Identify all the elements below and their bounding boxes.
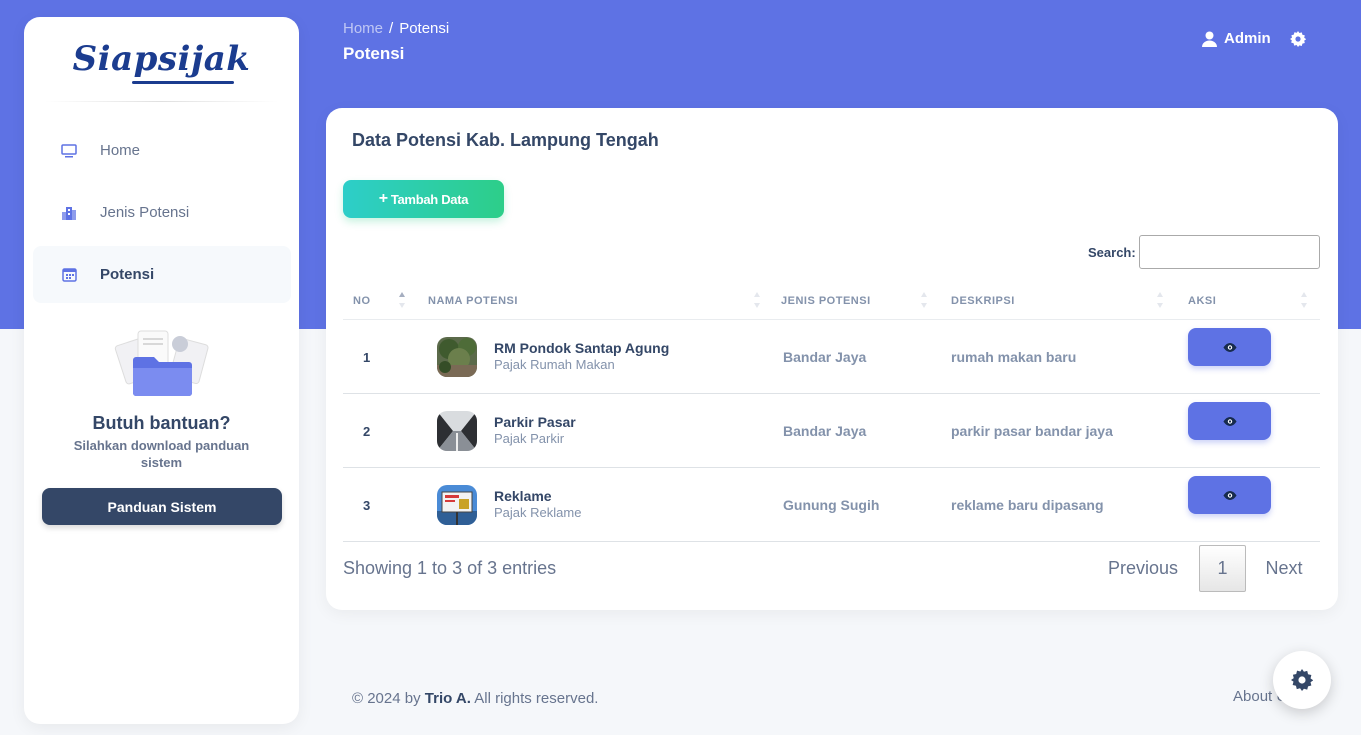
table-row: 1 RM Pondok Santap Agung Pajak Rumah Mak… — [343, 320, 1320, 394]
user-menu[interactable]: Admin — [1202, 30, 1306, 47]
breadcrumb: Home / Potensi — [343, 20, 449, 37]
breadcrumb-separator: / — [389, 20, 394, 37]
potensi-type: Pajak Parkir — [494, 431, 565, 446]
brand-logo[interactable]: Siapsijak — [24, 39, 299, 79]
monitor-icon — [60, 142, 78, 160]
deskripsi: parkir pasar bandar jaya — [951, 423, 1113, 439]
copyright-author[interactable]: Trio A. — [425, 690, 471, 707]
sidebar: Siapsijak Home Jenis Potensi Potensi But… — [24, 17, 299, 724]
user-name[interactable]: Admin — [1224, 30, 1271, 47]
eye-icon — [1223, 490, 1236, 500]
sidebar-item-potensi[interactable]: Potensi — [33, 246, 291, 303]
row-number: 1 — [363, 349, 371, 365]
sort-icon — [921, 292, 927, 308]
gear-icon — [1291, 669, 1313, 691]
copyright-prefix: © 2024 by — [352, 690, 421, 707]
breadcrumb-current: Potensi — [399, 20, 450, 37]
help-text: Silahkan download panduan sistem — [73, 438, 250, 470]
view-button[interactable] — [1188, 328, 1271, 366]
column-header-deskripsi[interactable]: DESKRIPSI — [951, 282, 1015, 320]
potensi-type: Pajak Reklame — [494, 505, 582, 520]
deskripsi: reklame baru dipasang — [951, 497, 1104, 513]
breadcrumb-home-link[interactable]: Home — [343, 20, 383, 37]
sort-icon — [1301, 292, 1307, 308]
calendar-icon — [60, 266, 78, 284]
parking-thumbnail — [437, 411, 477, 451]
sort-icon — [1157, 292, 1163, 308]
gear-icon[interactable] — [1289, 30, 1306, 47]
jenis-potensi: Bandar Jaya — [783, 349, 867, 365]
potensi-type: Pajak Rumah Makan — [494, 357, 615, 372]
row-number: 2 — [363, 423, 371, 439]
footer-copyright: © 2024 by Trio A. All rights reserved. — [352, 690, 598, 707]
sort-icon — [754, 292, 760, 308]
sidebar-item-label: Potensi — [100, 266, 155, 283]
jenis-potensi: Gunung Sugih — [783, 497, 880, 513]
building-icon — [60, 204, 78, 222]
potensi-name: RM Pondok Santap Agung — [494, 340, 670, 356]
view-button[interactable] — [1188, 476, 1271, 514]
user-icon — [1202, 31, 1217, 47]
table-row: 2 Parkir Pasar Pajak Parkir Bandar Jaya … — [343, 394, 1320, 468]
folder-illustration-icon — [112, 327, 212, 399]
restaurant-thumbnail — [437, 337, 477, 377]
billboard-thumbnail — [437, 485, 477, 525]
potensi-name: Reklame — [494, 488, 552, 504]
copyright-suffix: All rights reserved. — [474, 690, 599, 707]
plus-icon: + — [378, 190, 388, 207]
jenis-potensi: Bandar Jaya — [783, 423, 867, 439]
sidebar-item-label: Jenis Potensi — [100, 204, 190, 221]
sidebar-divider — [44, 101, 279, 102]
brand-underline — [132, 81, 234, 84]
card-title: Data Potensi Kab. Lampung Tengah — [352, 130, 659, 150]
column-header-aksi[interactable]: AKSI — [1188, 282, 1216, 320]
tambah-data-label: Tambah Data — [390, 191, 469, 207]
tambah-data-button[interactable]: + Tambah Data — [343, 180, 504, 218]
sidebar-item-label: Home — [100, 142, 141, 159]
column-header-nama-potensi[interactable]: NAMA POTENSI — [428, 282, 518, 320]
panduan-sistem-button[interactable]: Panduan Sistem — [42, 488, 282, 525]
table-row: 3 Reklame Pajak Reklame Gunung Sugih rek… — [343, 468, 1320, 542]
help-title: Butuh bantuan? — [92, 413, 231, 433]
deskripsi: rumah makan baru — [951, 349, 1077, 365]
table-info: Showing 1 to 3 of 3 entries — [343, 558, 557, 578]
eye-icon — [1223, 416, 1236, 426]
column-header-no[interactable]: NO — [353, 282, 371, 320]
potensi-name: Parkir Pasar — [494, 414, 576, 430]
table-header: NO NAMA POTENSI JENIS POTENSI DESKRIPSI … — [343, 282, 1320, 320]
sort-asc-icon — [399, 292, 405, 308]
sidebar-item-jenis-potensi[interactable]: Jenis Potensi — [33, 184, 291, 241]
eye-icon — [1223, 342, 1236, 352]
row-number: 3 — [363, 497, 371, 513]
settings-fab[interactable] — [1273, 651, 1331, 709]
pagination-page-1[interactable]: 1 — [1199, 545, 1246, 592]
sidebar-item-home[interactable]: Home — [33, 122, 291, 179]
page-title: Potensi — [343, 44, 405, 63]
data-card: Data Potensi Kab. Lampung Tengah + Tamba… — [326, 108, 1338, 610]
pagination-next[interactable]: Next — [1256, 545, 1312, 592]
pagination-previous[interactable]: Previous — [1098, 545, 1188, 592]
column-header-jenis-potensi[interactable]: JENIS POTENSI — [781, 282, 871, 320]
view-button[interactable] — [1188, 402, 1271, 440]
search-input[interactable] — [1139, 235, 1320, 269]
search-label: Search: — [1088, 245, 1136, 260]
